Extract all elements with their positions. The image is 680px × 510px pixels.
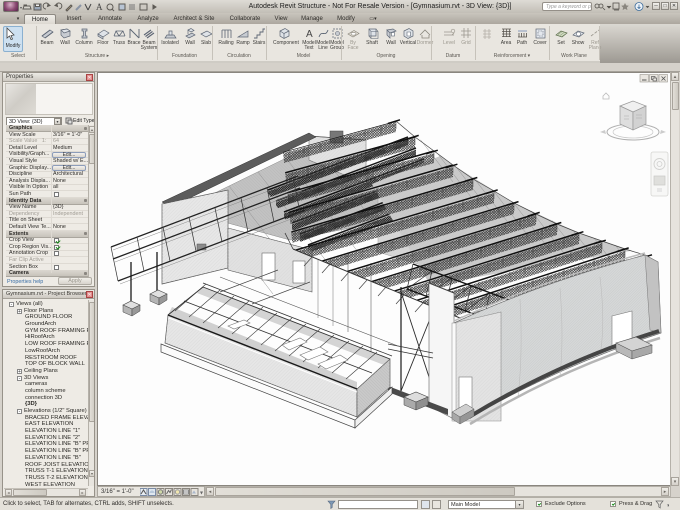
svg-text:◑: ◑ — [666, 503, 670, 509]
svg-text:▾: ▾ — [200, 491, 203, 497]
svg-text:A: A — [96, 2, 103, 12]
